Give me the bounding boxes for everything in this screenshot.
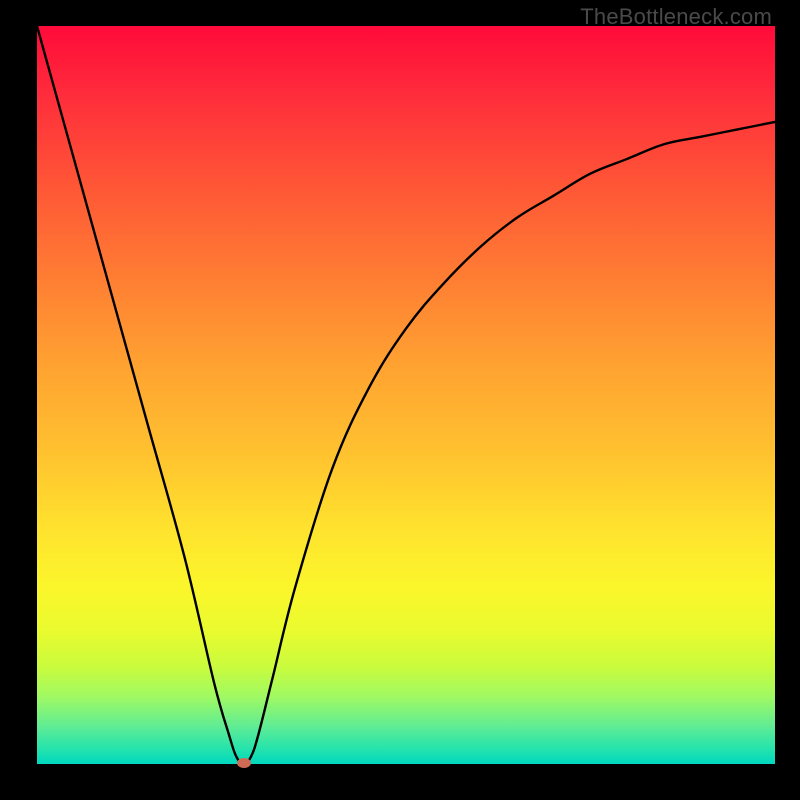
chart-frame: TheBottleneck.com bbox=[0, 0, 800, 800]
minimum-marker bbox=[237, 758, 251, 768]
bottleneck-curve bbox=[37, 26, 775, 764]
watermark-text: TheBottleneck.com bbox=[580, 4, 772, 30]
curve-path bbox=[37, 26, 775, 764]
plot-area bbox=[37, 26, 775, 764]
